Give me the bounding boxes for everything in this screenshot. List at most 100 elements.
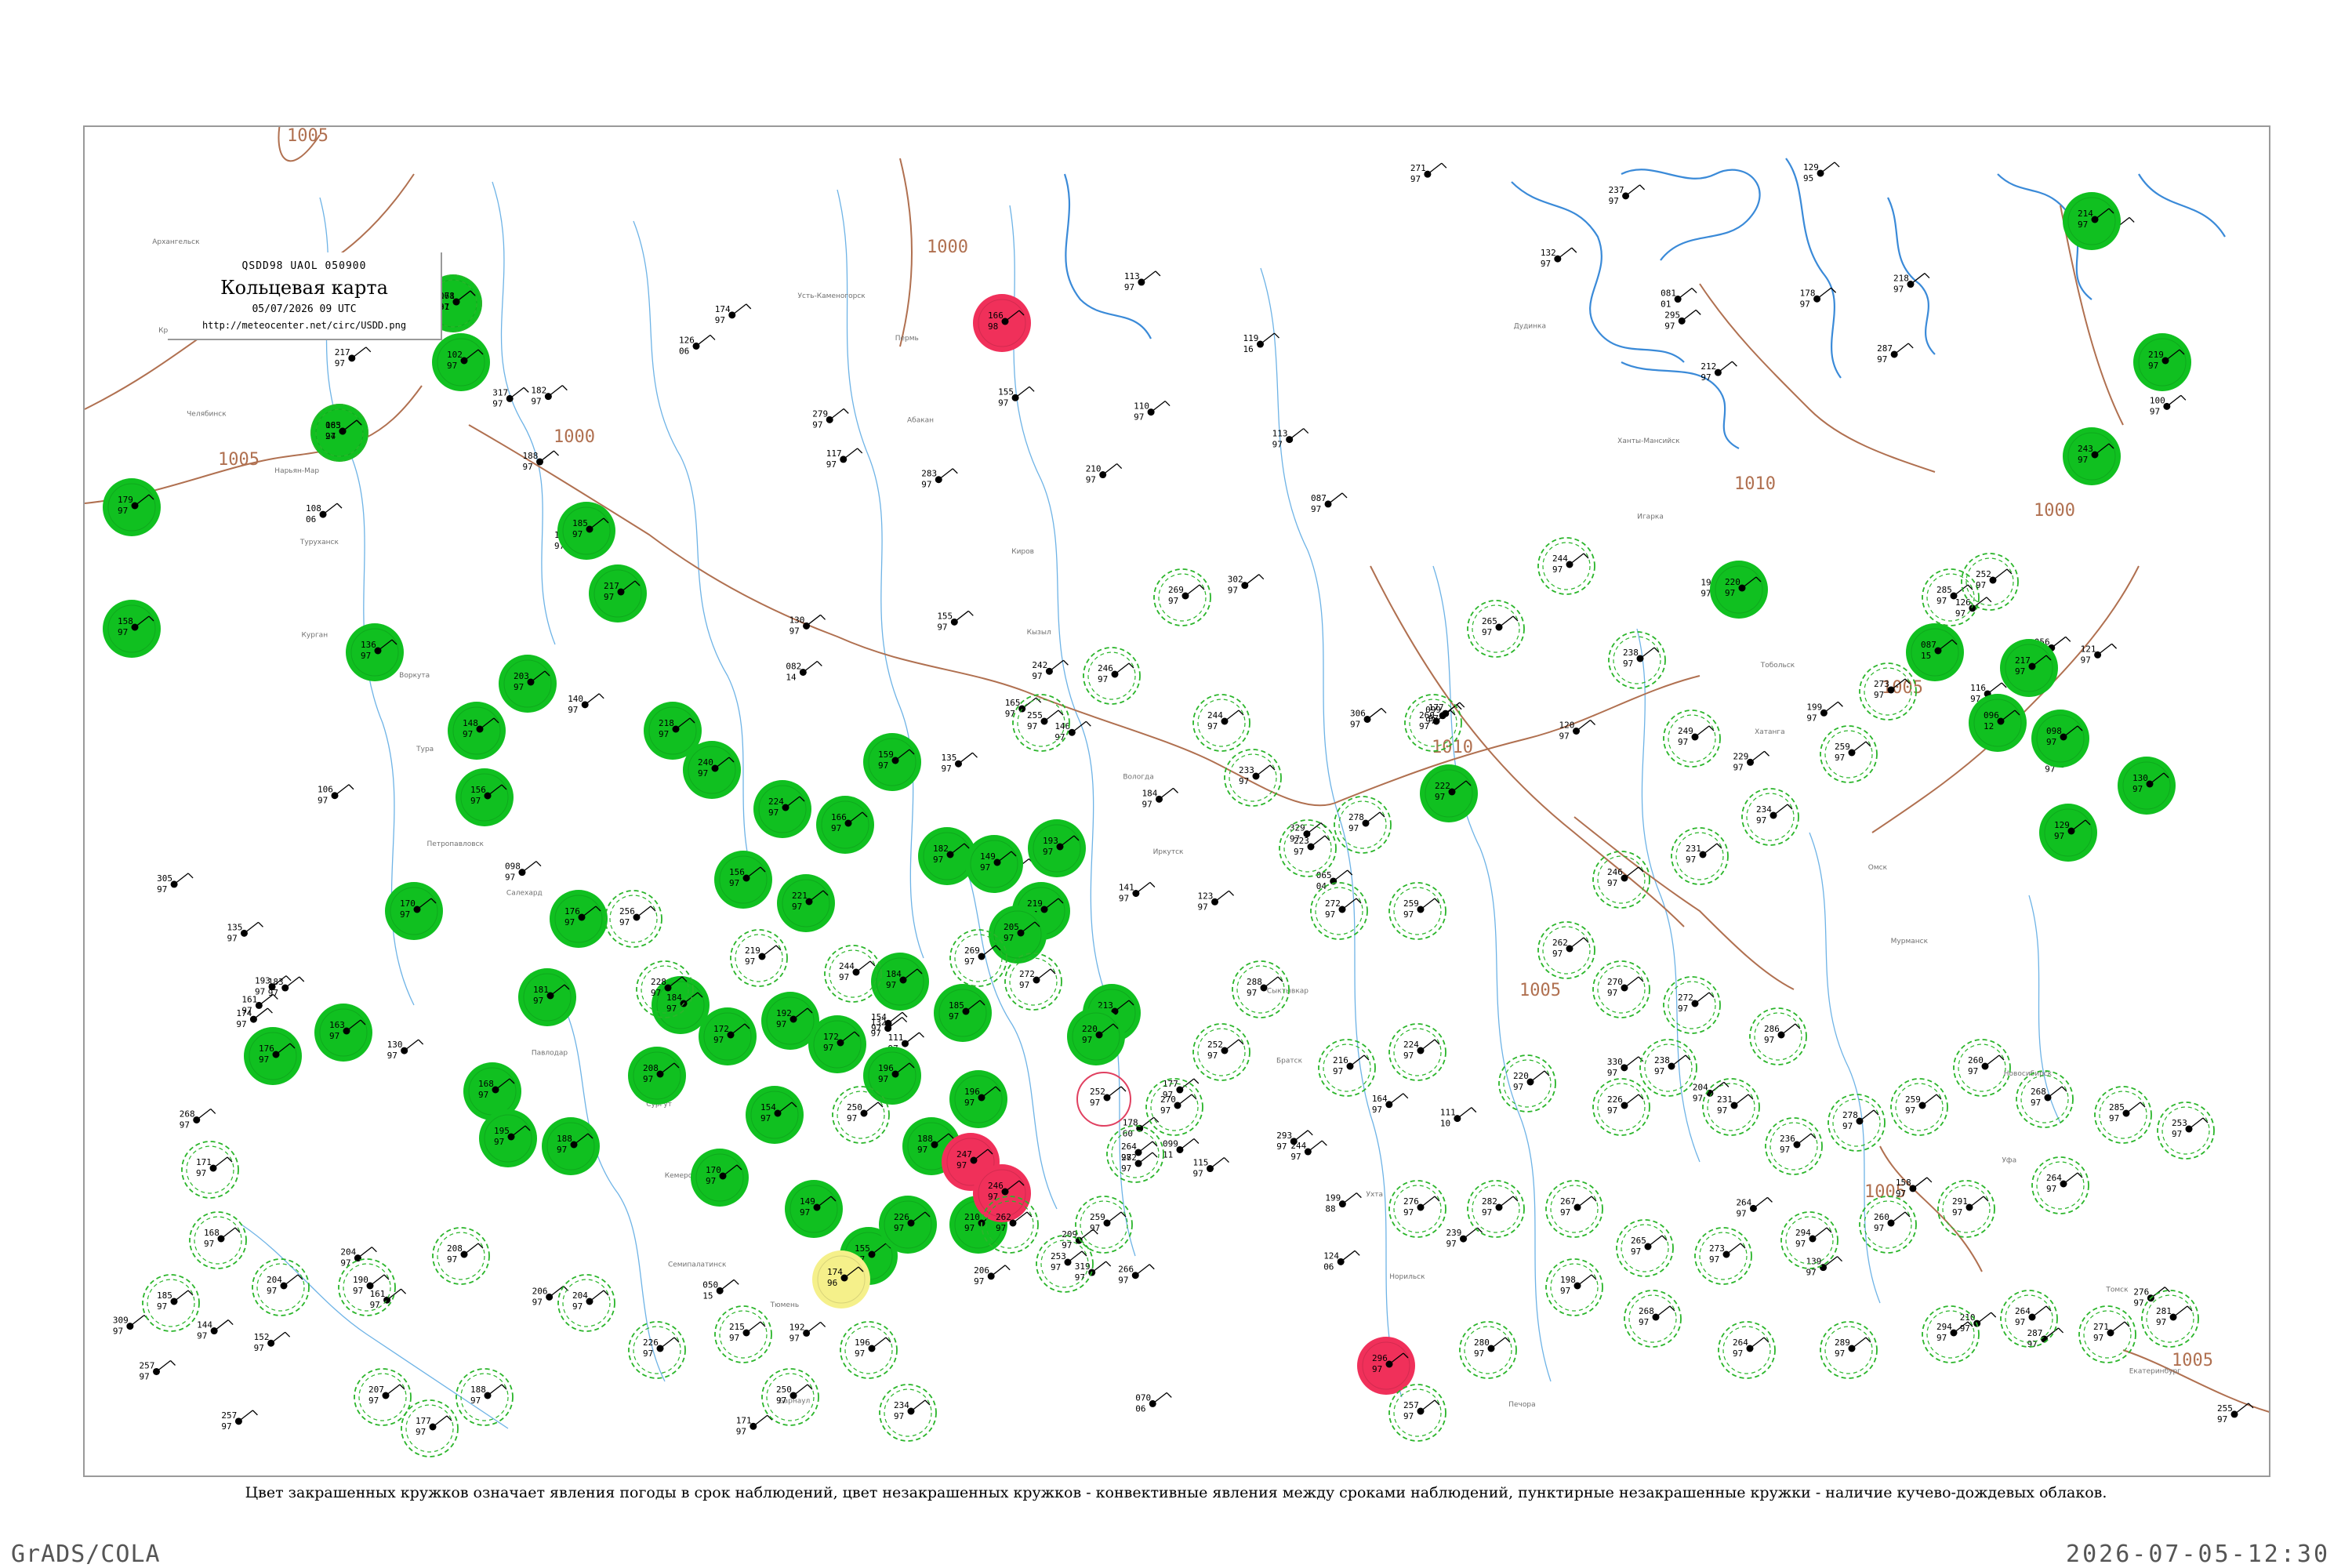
weather-station-marked[interactable]: 26797 [1545, 1180, 1603, 1238]
weather-station-marked[interactable]: 22397 [1279, 819, 1337, 877]
weather-station-marked[interactable]: 20497 [557, 1274, 615, 1332]
weather-station-marked[interactable]: 25997 [1388, 882, 1446, 940]
weather-station[interactable]: 14097 [568, 693, 604, 715]
weather-station-marked[interactable]: 20497 [252, 1258, 310, 1316]
weather-station[interactable]: 16497 [1372, 1093, 1409, 1115]
weather-station-marked[interactable]: 29197 [1937, 1180, 1995, 1238]
weather-station-marked[interactable]: 14997 [965, 835, 1023, 893]
weather-station-marked[interactable]: 24697 [1592, 851, 1650, 909]
weather-station[interactable]: 25797 [140, 1359, 176, 1381]
weather-station[interactable]: 17197 [736, 1414, 773, 1436]
weather-station[interactable]: 21097 [1960, 1312, 1997, 1334]
weather-station[interactable]: 23797 [1609, 184, 1646, 206]
weather-station-marked[interactable]: 14997 [785, 1180, 843, 1238]
weather-station-marked[interactable]: 25397 [2157, 1102, 2215, 1160]
weather-station-marked[interactable]: 25697 [604, 890, 662, 948]
weather-station-marked[interactable]: 17197 [181, 1141, 239, 1199]
weather-station-marked[interactable]: 18597 [557, 502, 615, 560]
weather-station-marked[interactable]: 21997 [730, 929, 788, 987]
weather-station[interactable]: 08797 [1311, 492, 1348, 514]
weather-station-marked[interactable]: 14897 [448, 702, 506, 760]
weather-station[interactable]: 17897 [1800, 287, 1837, 309]
weather-station[interactable]: 14197 [1119, 881, 1156, 904]
weather-station[interactable]: 15297 [254, 1331, 291, 1353]
weather-station-marked[interactable]: 20797 [354, 1368, 412, 1426]
weather-station-marked[interactable]: 20397 [499, 655, 557, 713]
weather-station-marked[interactable]: 17697 [244, 1027, 302, 1085]
weather-station-marked[interactable]: 26497 [1718, 1321, 1776, 1379]
weather-station-marked[interactable]: 26497 [1106, 1125, 1164, 1183]
weather-station-marked[interactable]: 25797 [1388, 1384, 1446, 1442]
weather-station[interactable]: 12995 [1803, 162, 1840, 183]
weather-station-marked[interactable]: 21997 [2133, 333, 2191, 391]
weather-station-marked[interactable]: 27297 [1004, 953, 1062, 1011]
weather-station[interactable]: 19988 [1325, 1192, 1362, 1214]
weather-station-marked[interactable]: 24697 [1083, 647, 1141, 705]
weather-station[interactable]: 33097 [1607, 1056, 1644, 1078]
weather-station-marked[interactable]: 28297 [1467, 1180, 1525, 1238]
weather-station-marked[interactable]: 17797 [401, 1399, 459, 1457]
weather-station-marked[interactable]: 25297 [1076, 1072, 1131, 1127]
weather-station-marked[interactable]: 12997 [2039, 804, 2097, 862]
weather-station-marked[interactable]: 23697 [1765, 1117, 1823, 1175]
weather-station-marked[interactable]: 24397 [2063, 427, 2121, 485]
weather-station[interactable]: 08214 [786, 660, 822, 682]
weather-station[interactable]: 15897 [1896, 1177, 1933, 1199]
weather-station-marked[interactable]: 19697 [949, 1070, 1007, 1128]
weather-station[interactable]: 26697 [1118, 1264, 1155, 1286]
weather-station[interactable]: 19997 [1806, 701, 1843, 723]
weather-station[interactable]: 14497 [197, 1319, 234, 1341]
weather-station-marked[interactable]: 18897 [456, 1368, 514, 1426]
weather-station-marked[interactable]: 23497 [879, 1384, 937, 1442]
weather-station-marked[interactable]: 08715 [1906, 623, 1964, 681]
weather-station-marked[interactable]: 18597 [142, 1274, 200, 1332]
weather-station-marked[interactable]: 26597 [1616, 1219, 1674, 1277]
weather-station[interactable]: 09897 [505, 861, 542, 883]
weather-station[interactable]: 25597 [2217, 1403, 2254, 1425]
weather-station-marked[interactable]: 22697 [879, 1196, 937, 1254]
weather-station[interactable]: 17497 [236, 1007, 273, 1029]
weather-station-marked[interactable]: 17097 [691, 1149, 749, 1207]
weather-station-marked[interactable]: 21797 [2000, 639, 2058, 697]
weather-station[interactable]: 10806 [306, 503, 343, 524]
weather-station[interactable]: 11110 [1440, 1107, 1477, 1129]
weather-station-marked[interactable]: 09897 [2031, 710, 2089, 768]
weather-station[interactable]: 27997 [812, 408, 849, 430]
weather-station-marked[interactable]: 17997 [103, 478, 161, 536]
weather-station-marked[interactable]: 27897 [1334, 796, 1392, 854]
weather-station[interactable]: 12406 [1323, 1250, 1360, 1272]
weather-station-marked[interactable]: 25997 [1820, 725, 1878, 783]
weather-station-marked[interactable]: 24997 [1663, 710, 1721, 768]
weather-station-marked[interactable]: 19597 [479, 1109, 537, 1167]
weather-station-marked[interactable]: 22197 [777, 874, 835, 932]
weather-station[interactable]: 20697 [974, 1265, 1011, 1287]
weather-station-marked[interactable]: 25297 [1961, 553, 2019, 611]
weather-station[interactable]: 26897 [180, 1108, 216, 1130]
weather-station-marked[interactable]: 16897 [189, 1211, 247, 1269]
weather-station-marked[interactable]: 23497 [1741, 788, 1799, 846]
weather-station[interactable]: 11597 [1192, 1157, 1229, 1179]
weather-station-marked[interactable]: 26097 [1953, 1039, 2011, 1097]
weather-station-marked[interactable]: 27297 [1663, 976, 1721, 1034]
source-url[interactable]: http://meteocenter.net/circ/USDD.png [168, 320, 441, 331]
weather-station[interactable]: 13097 [789, 614, 826, 636]
weather-station[interactable]: 17860 [1123, 1116, 1160, 1138]
weather-station-marked[interactable]: 16697 [816, 796, 874, 854]
weather-station-marked[interactable]: 19397 [1028, 819, 1086, 877]
weather-station-marked[interactable]: 22697 [628, 1321, 686, 1379]
weather-station-marked[interactable]: 16397 [314, 1004, 372, 1062]
weather-station-marked[interactable]: 23897 [1608, 631, 1666, 689]
weather-station-marked[interactable]: 22497 [1388, 1023, 1446, 1081]
weather-station-marked[interactable]: 25997 [1890, 1078, 1948, 1136]
weather-station-marked[interactable]: 28997 [1820, 1321, 1878, 1379]
weather-station[interactable]: 21097 [1086, 463, 1123, 485]
weather-station-marked[interactable]: 17297 [699, 1007, 757, 1065]
weather-station[interactable]: 15597 [937, 610, 974, 632]
weather-station[interactable]: 12197 [2081, 643, 2118, 665]
weather-station[interactable]: 11097 [1134, 401, 1171, 423]
weather-station-marked[interactable]: 15897 [103, 600, 161, 658]
weather-station[interactable]: 28397 [921, 468, 958, 490]
weather-station[interactable]: 21797 [335, 347, 372, 368]
weather-station-marked[interactable]: 26897 [1624, 1290, 1682, 1348]
weather-station[interactable]: 22997 [1733, 750, 1769, 772]
